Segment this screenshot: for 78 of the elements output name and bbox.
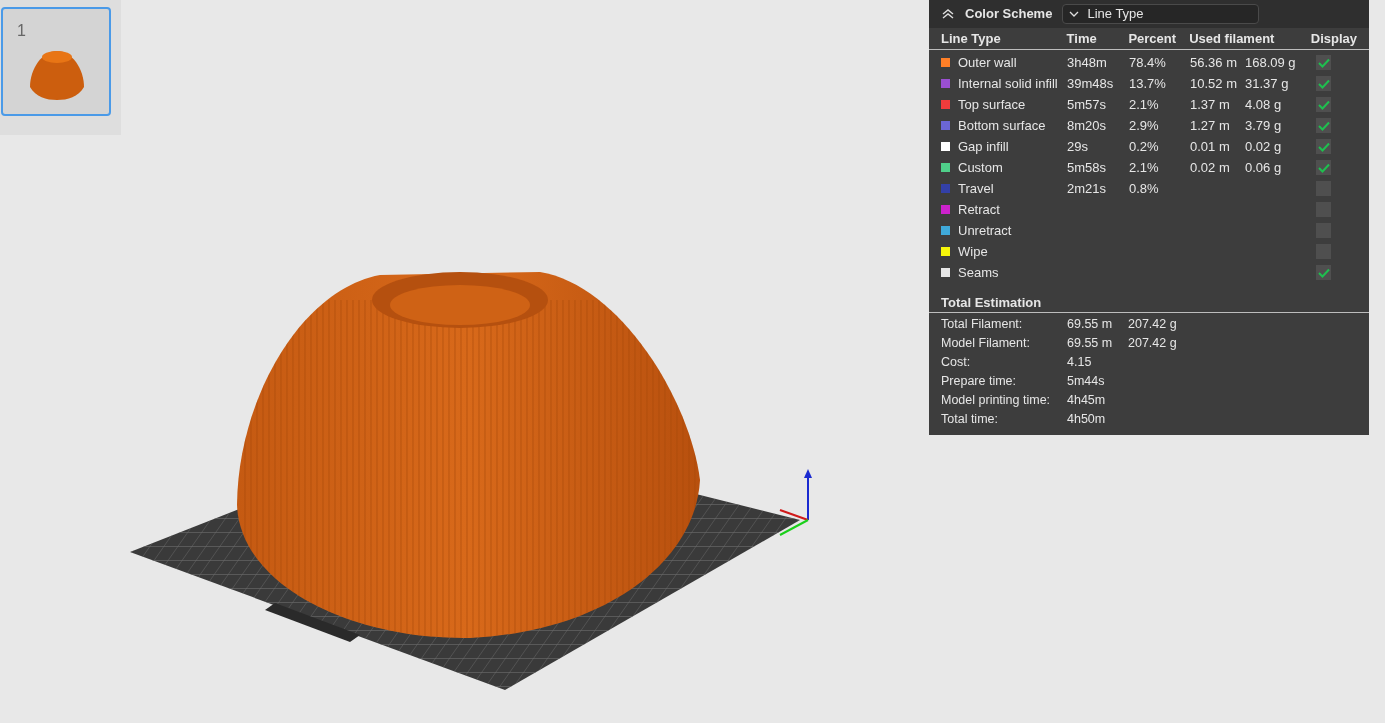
estimation-value: 69.55 m xyxy=(1067,316,1114,334)
estimation-label: Model printing time: xyxy=(941,392,1052,410)
line-type-name: Outer wall xyxy=(958,53,1017,72)
line-type-name: Wipe xyxy=(958,242,988,261)
weight-value: 0.02 g xyxy=(1245,138,1282,154)
check-icon xyxy=(1317,78,1330,89)
axis-gizmo-icon xyxy=(779,469,812,536)
length-value: 0.01 m xyxy=(1190,138,1230,154)
column-header: Time xyxy=(1066,29,1098,48)
line-type-name: Seams xyxy=(958,263,999,282)
display-checkbox[interactable] xyxy=(1316,76,1331,91)
time-value: 3h48m xyxy=(1067,54,1107,70)
estimation-label: Cost: xyxy=(941,354,972,372)
weight-value: 4.08 g xyxy=(1245,96,1282,112)
line-type-name: Unretract xyxy=(958,221,1012,240)
length-value: 1.37 m xyxy=(1190,96,1230,112)
check-icon xyxy=(1317,99,1330,110)
time-value: 29s xyxy=(1067,138,1088,154)
display-checkbox[interactable] xyxy=(1316,160,1331,175)
time-value: 5m58s xyxy=(1067,159,1107,175)
percent-value: 2.9% xyxy=(1129,117,1159,133)
weight-value: 0.06 g xyxy=(1245,159,1282,175)
line-type-name: Internal solid infill xyxy=(958,74,1058,93)
display-checkbox[interactable] xyxy=(1316,118,1331,133)
display-checkbox[interactable] xyxy=(1316,139,1331,154)
weight-value: 3.79 g xyxy=(1245,117,1282,133)
display-checkbox[interactable] xyxy=(1316,97,1331,112)
weight-value: 168.09 g xyxy=(1245,54,1296,70)
weight-value: 31.37 g xyxy=(1245,75,1289,91)
length-value: 0.02 m xyxy=(1190,159,1230,175)
line-type-name: Gap infill xyxy=(958,137,1009,156)
section-title: Total Estimation xyxy=(941,295,1042,310)
display-checkbox[interactable] xyxy=(1316,55,1331,70)
length-value: 56.36 m xyxy=(1190,54,1237,70)
line-type-name: Custom xyxy=(958,158,1003,177)
percent-value: 78.4% xyxy=(1129,54,1166,70)
percent-value: 2.1% xyxy=(1129,96,1159,112)
check-icon xyxy=(1317,120,1330,131)
estimation-label: Model Filament: xyxy=(941,335,1031,353)
line-type-name: Travel xyxy=(958,179,994,198)
estimation-value: 5m44s xyxy=(1067,373,1106,391)
estimation-label: Prepare time: xyxy=(941,373,1018,391)
percent-value: 0.2% xyxy=(1129,138,1159,154)
estimation-label: Total time: xyxy=(941,411,999,429)
time-value: 2m21s xyxy=(1067,180,1107,196)
display-checkbox[interactable] xyxy=(1316,265,1331,280)
scheme-dropdown[interactable]: Line Type xyxy=(1062,4,1260,24)
column-header: Line Type xyxy=(941,29,1002,48)
check-icon xyxy=(1317,162,1330,173)
length-value: 10.52 m xyxy=(1190,75,1237,91)
check-icon xyxy=(1317,57,1330,68)
line-type-name: Top surface xyxy=(958,95,1026,114)
line-type-name: Retract xyxy=(958,200,1000,219)
percent-value: 0.8% xyxy=(1129,180,1159,196)
plate-number: 1 xyxy=(17,21,26,41)
time-value: 8m20s xyxy=(1067,117,1107,133)
percent-value: 13.7% xyxy=(1129,75,1166,91)
chevron-down-icon xyxy=(1069,11,1080,17)
percent-value: 2.1% xyxy=(1129,159,1159,175)
estimation-value: 207.42 g xyxy=(1128,335,1177,353)
color-scheme-label: Color Scheme xyxy=(965,5,1053,24)
check-icon xyxy=(1317,141,1330,152)
column-header: Used filament xyxy=(1189,29,1276,48)
estimation-label: Total Filament: xyxy=(941,316,1024,334)
estimation-value: 4h45m xyxy=(1067,392,1107,410)
plate-thumbnail[interactable]: 1 xyxy=(1,7,111,116)
time-value: 5m57s xyxy=(1067,96,1107,112)
column-header: Display xyxy=(1310,29,1357,48)
estimation-value: 4.15 xyxy=(1067,354,1093,372)
check-icon xyxy=(1317,267,1330,278)
time-value: 39m48s xyxy=(1067,75,1114,91)
estimation-value: 4h50m xyxy=(1067,411,1107,429)
estimation-value: 207.42 g xyxy=(1128,316,1177,334)
column-header: Percent xyxy=(1128,29,1178,48)
estimation-value: 69.55 m xyxy=(1067,335,1114,353)
collapse-icon[interactable] xyxy=(941,8,955,20)
length-value: 1.27 m xyxy=(1190,117,1230,133)
line-type-name: Bottom surface xyxy=(958,116,1046,135)
